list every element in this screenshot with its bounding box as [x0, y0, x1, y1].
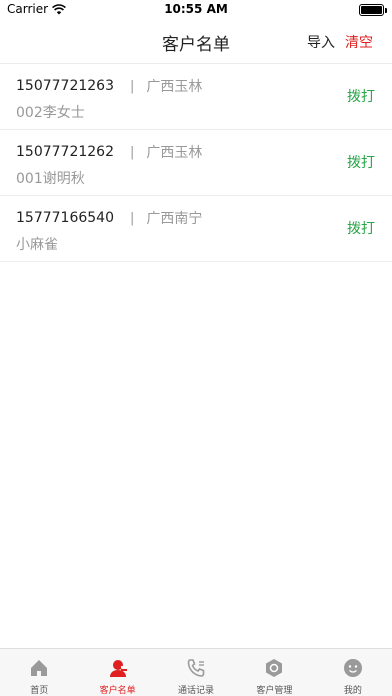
tab-bar: 首页 客户名单 通话记录 客户管理 我的: [0, 648, 392, 696]
home-icon: [31, 660, 48, 676]
import-button[interactable]: 导入: [307, 32, 335, 52]
status-time: 10:55 AM: [164, 2, 228, 16]
customer-list-icon: [109, 660, 127, 677]
call-button[interactable]: 拨打: [347, 86, 375, 106]
customer-region: 广西南宁: [146, 211, 203, 227]
navigation-bar: 客户名单 导入 清空: [0, 20, 392, 64]
tab-home[interactable]: 首页: [0, 649, 78, 696]
battery-icon: [359, 4, 387, 16]
tab-label: 客户名单: [99, 686, 136, 696]
status-bar: Carrier 10:55 AM: [0, 0, 392, 20]
customer-list: 15077721263 | 广西玉林 002李女士 拨打 15077721262…: [0, 64, 392, 262]
customer-row[interactable]: 15077721263 | 广西玉林 002李女士 拨打: [0, 64, 392, 130]
customer-manage-icon: [266, 659, 283, 677]
customer-name: 002李女士: [16, 105, 85, 121]
customer-info-line: 15077721263 | 广西玉林: [16, 76, 202, 96]
separator: |: [129, 144, 135, 160]
separator: |: [129, 78, 135, 94]
call-button[interactable]: 拨打: [347, 152, 375, 172]
tab-label: 通话记录: [178, 686, 215, 696]
call-log-icon: [187, 659, 205, 677]
tab-label: 客户管理: [256, 686, 293, 696]
tab-customer-manage[interactable]: 客户管理: [235, 649, 313, 696]
tab-customer-list[interactable]: 客户名单: [78, 649, 156, 696]
customer-name: 小麻雀: [16, 237, 58, 253]
call-button[interactable]: 拨打: [347, 218, 375, 238]
tab-profile[interactable]: 我的: [314, 649, 392, 696]
clear-button[interactable]: 清空: [345, 32, 373, 52]
customer-row[interactable]: 15077721262 | 广西玉林 001谢明秋 拨打: [0, 130, 392, 196]
customer-info-line: 15777166540 | 广西南宁: [16, 208, 202, 228]
customer-phone: 15077721262: [16, 144, 114, 160]
separator: |: [129, 210, 135, 226]
customer-info-line: 15077721262 | 广西玉林: [16, 142, 202, 162]
customer-row[interactable]: 15777166540 | 广西南宁 小麻雀 拨打: [0, 196, 392, 262]
customer-name: 001谢明秋: [16, 171, 85, 187]
customer-region: 广西玉林: [146, 79, 203, 95]
customer-phone: 15077721263: [16, 78, 114, 94]
customer-phone: 15777166540: [16, 210, 114, 226]
tab-label: 我的: [343, 686, 362, 696]
tab-label: 首页: [30, 686, 49, 696]
tab-call-log[interactable]: 通话记录: [157, 649, 235, 696]
profile-icon: [343, 659, 362, 677]
customer-region: 广西玉林: [146, 145, 203, 161]
